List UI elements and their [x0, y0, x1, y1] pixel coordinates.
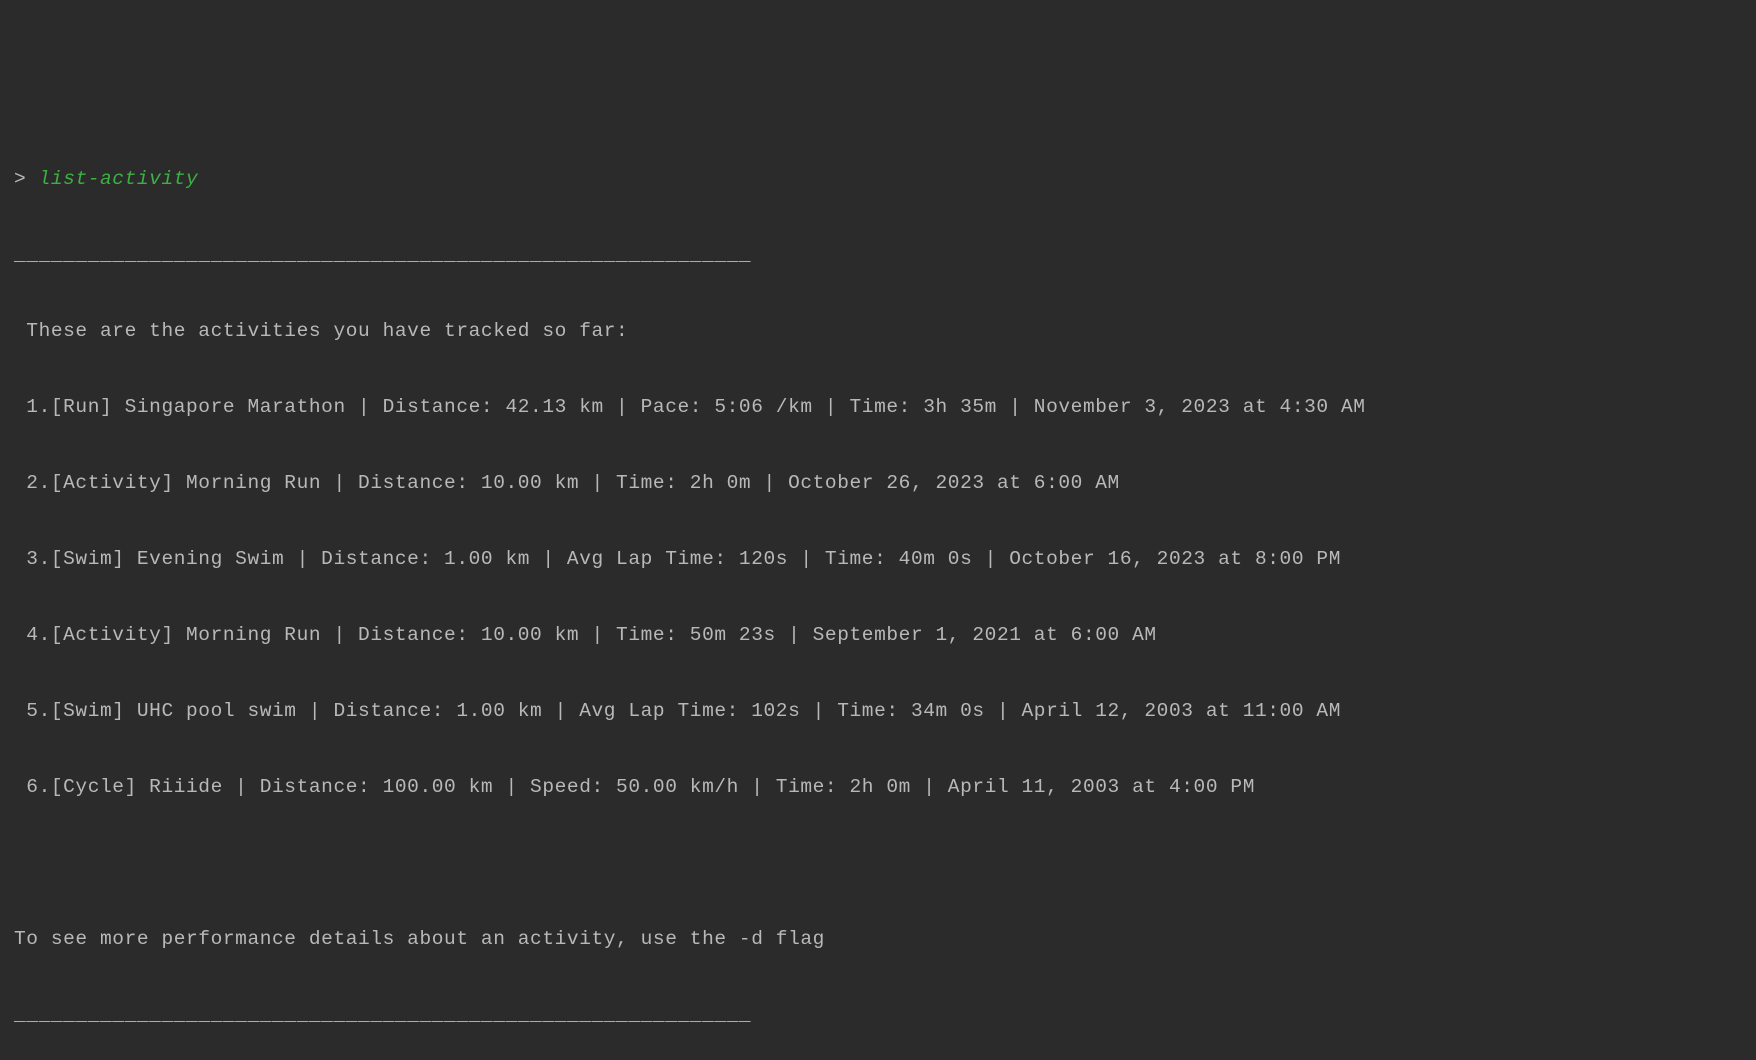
- divider-top: ________________________________________…: [14, 236, 1742, 274]
- activity-row: 1.[Run] Singapore Marathon | Distance: 4…: [14, 388, 1742, 426]
- activity-row: 6.[Cycle] Riiide | Distance: 100.00 km |…: [14, 768, 1742, 806]
- output-header: These are the activities you have tracke…: [14, 312, 1742, 350]
- output-footer: To see more performance details about an…: [14, 920, 1742, 958]
- activity-row: 5.[Swim] UHC pool swim | Distance: 1.00 …: [14, 692, 1742, 730]
- activity-row: 2.[Activity] Morning Run | Distance: 10.…: [14, 464, 1742, 502]
- activity-row: 3.[Swim] Evening Swim | Distance: 1.00 k…: [14, 540, 1742, 578]
- blank-line: [14, 844, 1742, 882]
- command-prompt-line[interactable]: > list-activity: [14, 160, 1742, 198]
- divider-bottom: ________________________________________…: [14, 996, 1742, 1034]
- command-text: list-activity: [39, 168, 199, 190]
- prompt-symbol: >: [14, 168, 39, 190]
- activity-row: 4.[Activity] Morning Run | Distance: 10.…: [14, 616, 1742, 654]
